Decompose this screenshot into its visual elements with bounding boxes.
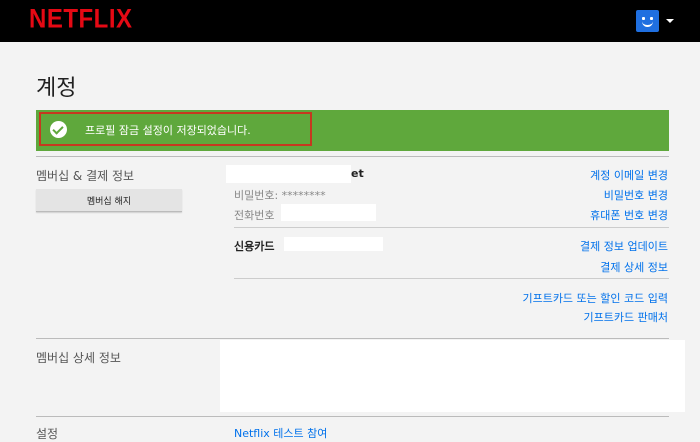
email-value: et <box>351 167 364 180</box>
phone-label: 전화번호 <box>234 209 275 222</box>
netflix-logo[interactable]: NETFLIX <box>29 5 133 36</box>
profile-avatar-icon[interactable] <box>636 10 659 32</box>
page-title: 계정 <box>36 76 77 101</box>
row-divider <box>234 227 669 228</box>
test-participation-link[interactable]: Netflix 테스트 참여 <box>234 425 327 441</box>
phone-redacted <box>281 204 376 221</box>
avatar-smile <box>642 19 653 27</box>
cancel-membership-button[interactable]: 멤버십 해지 <box>36 189 182 212</box>
payment-details-link[interactable]: 결제 상세 정보 <box>600 259 668 275</box>
top-navigation-bar: NETFLIX <box>0 0 700 42</box>
change-email-link[interactable]: 계정 이메일 변경 <box>590 167 668 183</box>
plan-section-label: 멤버십 상세 정보 <box>36 351 121 365</box>
email-redacted <box>226 165 351 183</box>
check-circle-icon <box>50 121 67 138</box>
gift-card-retailers-link[interactable]: 기프트카드 판매처 <box>584 309 668 325</box>
change-password-link[interactable]: 비밀번호 변경 <box>604 187 668 203</box>
section-divider <box>36 156 669 157</box>
password-value: 비밀번호: ******** <box>234 189 326 202</box>
section-divider <box>36 338 669 339</box>
card-redacted <box>284 237 383 251</box>
profile-menu-caret-icon[interactable] <box>666 19 674 23</box>
update-payment-link[interactable]: 결제 정보 업데이트 <box>580 238 668 254</box>
change-phone-link[interactable]: 휴대폰 번호 변경 <box>590 207 668 223</box>
banner-message: 프로필 잠금 설정이 저장되었습니다. <box>85 124 251 137</box>
redeem-gift-card-link[interactable]: 기프트카드 또는 할인 코드 입력 <box>522 290 668 306</box>
section-divider <box>36 416 669 417</box>
card-label: 신용카드 <box>234 240 275 253</box>
membership-section-label: 멤버십 & 결제 정보 <box>36 169 135 183</box>
settings-section-label: 설정 <box>36 427 59 441</box>
row-divider <box>234 278 669 279</box>
plan-details-redacted <box>220 340 685 412</box>
